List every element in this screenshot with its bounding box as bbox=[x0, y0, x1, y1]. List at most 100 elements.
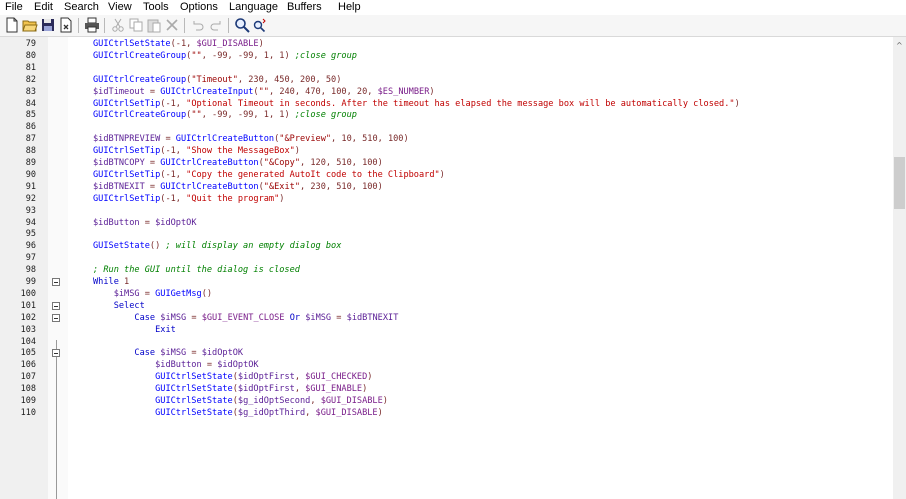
code-line[interactable]: 84 GUICtrlSetTip(-1, "Optional Timeout in… bbox=[0, 99, 893, 111]
code-line[interactable]: 82 GUICtrlCreateGroup("Timeout", 230, 450… bbox=[0, 75, 893, 87]
code-line[interactable]: 105 Case $iMSG = $idOptOK bbox=[0, 348, 893, 360]
fold-toggle-icon[interactable] bbox=[52, 278, 60, 286]
code-token: $iMSG bbox=[160, 348, 187, 359]
code-token: ) bbox=[429, 86, 435, 97]
code-line[interactable]: 83 $idTimeout = GUICtrlCreateInput("", 24… bbox=[0, 87, 893, 99]
fold-toggle-icon[interactable] bbox=[52, 313, 60, 322]
code-token: GUICtrlSetState bbox=[155, 384, 233, 395]
code-line[interactable]: 103 Exit bbox=[0, 325, 893, 337]
code-token: ) bbox=[294, 146, 300, 157]
code-token: $idOptOK bbox=[217, 360, 259, 371]
code-text: GUICtrlSetTip(-1, "Quit the program") bbox=[93, 194, 284, 206]
code-line[interactable]: 89 $idBTNCOPY = GUICtrlCreateButton("&Cop… bbox=[0, 158, 893, 170]
fold-toggle-icon[interactable] bbox=[52, 349, 60, 358]
code-token: GUICtrlCreateGroup bbox=[93, 74, 187, 85]
code-token: "Show the MessageBox" bbox=[186, 146, 295, 157]
scroll-up-arrow-icon[interactable]: ^ bbox=[896, 41, 903, 50]
code-token: GUICtrlSetState bbox=[155, 407, 233, 418]
menu-file[interactable]: File bbox=[5, 1, 23, 13]
menu-view[interactable]: View bbox=[108, 1, 132, 13]
new-file-icon[interactable] bbox=[4, 17, 20, 33]
replace-icon[interactable] bbox=[252, 17, 268, 33]
code-line[interactable]: 98 ; Run the GUI until the dialog is clos… bbox=[0, 265, 893, 277]
vertical-scrollbar[interactable]: ^ bbox=[893, 37, 906, 499]
find-icon[interactable] bbox=[234, 17, 250, 33]
menu-buffers[interactable]: Buffers bbox=[287, 1, 322, 13]
code-token: $g_idOptThird bbox=[237, 407, 306, 418]
fold-toggle-icon[interactable] bbox=[52, 301, 60, 310]
code-line[interactable]: 110 GUICtrlSetState($g_idOptThird, $GUI_… bbox=[0, 408, 893, 420]
code-line[interactable]: 99 While 1 bbox=[0, 277, 893, 289]
menu-help[interactable]: Help bbox=[338, 1, 361, 13]
code-line[interactable]: 92 GUICtrlSetTip(-1, "Quit the program") bbox=[0, 194, 893, 206]
code-line[interactable]: 102 Case $iMSG = $GUI_EVENT_CLOSE Or $iM… bbox=[0, 313, 893, 325]
code-line[interactable]: 108 GUICtrlSetState($idOptFirst, $GUI_EN… bbox=[0, 384, 893, 396]
code-token: "" bbox=[191, 50, 202, 61]
toolbar-separator bbox=[104, 18, 105, 33]
code-line[interactable]: 85 GUICtrlCreateGroup("", -99, -99, 1, 1)… bbox=[0, 110, 893, 122]
menu-edit[interactable]: Edit bbox=[34, 1, 53, 13]
code-token: $g_idOptSecond bbox=[237, 396, 311, 406]
code-line[interactable]: 96 GUISetState() ; will display an empty … bbox=[0, 241, 893, 253]
code-editor[interactable]: 79 GUICtrlSetState(-1, $GUI_DISABLE) 80 GUI… bbox=[0, 37, 893, 499]
line-number: 92 bbox=[25, 193, 36, 204]
code-line[interactable]: 94 $idButton = $idOptOK bbox=[0, 218, 893, 230]
code-token: $idOptFirst bbox=[237, 384, 295, 395]
code-line[interactable]: 91 $idBTNEXIT = GUICtrlCreateButton("&Exi… bbox=[0, 182, 893, 194]
open-folder-icon[interactable] bbox=[22, 17, 38, 33]
line-number: 105 bbox=[20, 348, 36, 359]
print-icon[interactable] bbox=[84, 17, 100, 33]
code-token: GUICtrlCreateGroup bbox=[93, 110, 187, 121]
toolbar-separator bbox=[184, 18, 185, 33]
cut-icon[interactable] bbox=[110, 17, 126, 33]
code-text: GUICtrlSetState($g_idOptSecond, $GUI_DIS… bbox=[93, 396, 388, 408]
redo-icon[interactable] bbox=[208, 17, 224, 33]
code-line[interactable]: 104 bbox=[0, 337, 893, 349]
undo-icon[interactable] bbox=[190, 17, 206, 33]
code-token: GUICtrlSetTip bbox=[93, 98, 161, 109]
code-token: "Copy the generated AutoIt code to the C… bbox=[186, 169, 440, 180]
code-line[interactable]: 81 bbox=[0, 63, 893, 75]
menu-tools[interactable]: Tools bbox=[143, 1, 169, 13]
close-file-icon[interactable] bbox=[58, 17, 74, 33]
code-text: $idBTNEXIT = GUICtrlCreateButton("&Exit"… bbox=[93, 182, 383, 194]
code-line[interactable]: 93 bbox=[0, 206, 893, 218]
code-text: GUICtrlSetTip(-1, "Copy the generated Au… bbox=[93, 170, 445, 182]
code-token: $idButton bbox=[155, 360, 202, 371]
code-line[interactable]: 88 GUICtrlSetTip(-1, "Show the MessageBox… bbox=[0, 146, 893, 158]
code-line[interactable]: 87 $idBTNPREVIEW = GUICtrlCreateButton("&… bbox=[0, 134, 893, 146]
menu-language[interactable]: Language bbox=[229, 1, 278, 13]
code-line[interactable]: 107 GUICtrlSetState($idOptFirst, $GUI_CH… bbox=[0, 372, 893, 384]
copy-icon[interactable] bbox=[128, 17, 144, 33]
code-line[interactable]: 101 Select bbox=[0, 301, 893, 313]
code-line[interactable]: 90 GUICtrlSetTip(-1, "Copy the generated … bbox=[0, 170, 893, 182]
menu-search[interactable]: Search bbox=[64, 1, 99, 13]
line-number: 88 bbox=[25, 146, 36, 157]
delete-icon[interactable] bbox=[164, 17, 180, 33]
code-text: $idBTNPREVIEW = GUICtrlCreateButton("&Pr… bbox=[93, 134, 409, 146]
code-line[interactable]: 106 $idButton = $idOptOK bbox=[0, 360, 893, 372]
code-token: ; Run the GUI until the dialog is closed bbox=[93, 265, 300, 276]
code-line[interactable]: 95 bbox=[0, 229, 893, 241]
code-token: = bbox=[186, 348, 202, 359]
save-icon[interactable] bbox=[40, 17, 56, 33]
code-token: "Optional Timeout in seconds. After the … bbox=[186, 98, 735, 109]
code-token: = bbox=[201, 360, 218, 371]
scrollbar-thumb[interactable] bbox=[894, 157, 905, 209]
code-line[interactable]: 80 GUICtrlCreateGroup("", -99, -99, 1, 1)… bbox=[0, 51, 893, 63]
code-line[interactable]: 86 bbox=[0, 122, 893, 134]
code-line[interactable]: 97 bbox=[0, 253, 893, 265]
paste-icon[interactable] bbox=[146, 17, 162, 33]
code-line[interactable]: 100 $iMSG = GUIGetMsg() bbox=[0, 289, 893, 301]
code-token: , bbox=[294, 384, 306, 395]
code-token: ) bbox=[439, 169, 445, 180]
code-line[interactable]: 109 GUICtrlSetState($g_idOptSecond, $GUI… bbox=[0, 396, 893, 408]
code-line[interactable]: 79 GUICtrlSetState(-1, $GUI_DISABLE) bbox=[0, 39, 893, 51]
menu-options[interactable]: Options bbox=[180, 1, 218, 13]
